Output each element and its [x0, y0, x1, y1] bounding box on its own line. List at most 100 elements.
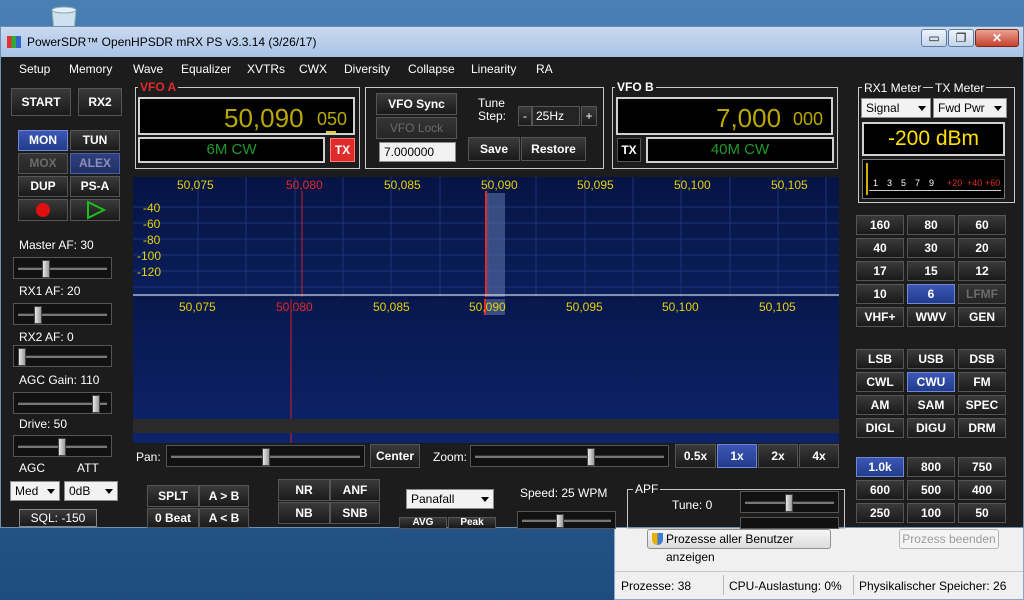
record-button[interactable] — [18, 199, 68, 221]
menu-memory[interactable]: Memory — [69, 62, 112, 76]
rx1-af-slider[interactable] — [13, 303, 112, 325]
band-button-30[interactable]: 30 — [907, 238, 955, 258]
band-button-80[interactable]: 80 — [907, 215, 955, 235]
band-button-6[interactable]: 6 — [907, 284, 955, 304]
mode-button-cwl[interactable]: CWL — [856, 372, 904, 392]
nb-button[interactable]: NB — [278, 502, 330, 524]
alex-button[interactable]: ALEX — [70, 153, 120, 174]
dup-button[interactable]: DUP — [18, 176, 68, 197]
display-mode-select[interactable]: Panafall — [406, 489, 494, 509]
play-button[interactable] — [70, 199, 120, 221]
slider-thumb[interactable] — [42, 260, 50, 278]
mode-button-am[interactable]: AM — [856, 395, 904, 415]
vfo-b-tx-button[interactable]: TX — [617, 138, 641, 162]
band-button-gen[interactable]: GEN — [958, 307, 1006, 327]
slider-thumb[interactable] — [34, 306, 42, 324]
mox-button[interactable]: MOX — [18, 153, 68, 174]
anf-button[interactable]: ANF — [330, 479, 380, 501]
nr-button[interactable]: NR — [278, 479, 330, 501]
filter-button-400[interactable]: 400 — [958, 480, 1006, 500]
menu-diversity[interactable]: Diversity — [344, 62, 390, 76]
mode-button-cwu[interactable]: CWU — [907, 372, 955, 392]
band-button-12[interactable]: 12 — [958, 261, 1006, 281]
sql-button[interactable]: SQL: -150 — [19, 509, 97, 527]
zoom-4x-button[interactable]: 4x — [799, 444, 839, 468]
rx1-meter-select[interactable]: Signal — [861, 98, 931, 118]
slider-thumb[interactable] — [92, 395, 100, 413]
band-button-lfmf[interactable]: LFMF — [958, 284, 1006, 304]
ps-a-button[interactable]: PS-A — [70, 176, 120, 197]
slider-thumb[interactable] — [587, 448, 595, 466]
save-button[interactable]: Save — [468, 137, 520, 161]
band-button-10[interactable]: 10 — [856, 284, 904, 304]
mode-button-fm[interactable]: FM — [958, 372, 1006, 392]
vfo-b-mode[interactable]: 40M CW — [646, 137, 834, 163]
filter-button-100[interactable]: 100 — [907, 503, 955, 523]
filter-button-800[interactable]: 800 — [907, 457, 955, 477]
slider-thumb[interactable] — [785, 494, 793, 512]
minimize-button[interactable]: ▭ — [921, 29, 947, 47]
split-button[interactable]: SPLT — [147, 485, 199, 507]
drive-slider[interactable] — [13, 435, 112, 457]
menu-cwx[interactable]: CWX — [299, 62, 327, 76]
filter-button-50[interactable]: 50 — [958, 503, 1006, 523]
peak-button[interactable]: Peak — [448, 517, 496, 529]
avg-button[interactable]: AVG — [399, 517, 447, 529]
tune-step-decrease-button[interactable]: - — [518, 106, 532, 126]
restore-button[interactable]: Restore — [521, 137, 586, 161]
snb-button[interactable]: SNB — [330, 502, 380, 524]
menu-setup[interactable]: Setup — [19, 62, 50, 76]
vfo-b-frequency-display[interactable]: 7,000 000 — [616, 97, 833, 135]
att-select[interactable]: 0dB — [64, 481, 118, 501]
vfo-a-tx-button[interactable]: TX — [330, 138, 355, 162]
close-button[interactable]: ✕ — [975, 29, 1019, 47]
band-button-60[interactable]: 60 — [958, 215, 1006, 235]
mode-button-spec[interactable]: SPEC — [958, 395, 1006, 415]
cw-speed-slider[interactable] — [517, 511, 616, 529]
vfo-a-frequency-display[interactable]: 50,090 050 — [138, 97, 355, 135]
filter-button-250[interactable]: 250 — [856, 503, 904, 523]
zoom-1x-button[interactable]: 1x — [717, 444, 757, 468]
mode-button-digu[interactable]: DIGU — [907, 418, 955, 438]
band-button-20[interactable]: 20 — [958, 238, 1006, 258]
apf-gain-slider[interactable] — [740, 517, 839, 529]
mon-button[interactable]: MON — [18, 130, 68, 151]
end-process-button[interactable]: Prozess beenden — [899, 529, 999, 549]
mode-button-lsb[interactable]: LSB — [856, 349, 904, 369]
vfo-a-mode[interactable]: 6M CW — [138, 137, 325, 163]
mode-button-usb[interactable]: USB — [907, 349, 955, 369]
filter-button-1-0k[interactable]: 1.0k — [856, 457, 904, 477]
mode-button-drm[interactable]: DRM — [958, 418, 1006, 438]
menu-wave[interactable]: Wave — [133, 62, 163, 76]
display-scrollbar[interactable] — [133, 419, 839, 433]
agc-gain-slider[interactable] — [13, 392, 112, 414]
rx2-af-slider[interactable] — [13, 345, 112, 367]
b-to-a-button[interactable]: A < B — [199, 508, 249, 528]
menu-xvtrs[interactable]: XVTRs — [247, 62, 285, 76]
band-button-wwv[interactable]: WWV — [907, 307, 955, 327]
band-button-vhf-[interactable]: VHF+ — [856, 307, 904, 327]
vfo-sync-frequency-field[interactable]: 7.000000 — [379, 142, 456, 162]
tun-button[interactable]: TUN — [70, 130, 120, 151]
band-button-40[interactable]: 40 — [856, 238, 904, 258]
band-button-15[interactable]: 15 — [907, 261, 955, 281]
slider-thumb[interactable] — [18, 348, 26, 366]
band-button-17[interactable]: 17 — [856, 261, 904, 281]
slider-thumb[interactable] — [262, 448, 270, 466]
filter-button-750[interactable]: 750 — [958, 457, 1006, 477]
menu-equalizer[interactable]: Equalizer — [181, 62, 231, 76]
panadapter[interactable]: 50,075 50,080 50,085 50,090 50,095 50,10… — [133, 177, 839, 297]
center-button[interactable]: Center — [370, 444, 420, 468]
menu-linearity[interactable]: Linearity — [471, 62, 516, 76]
filter-button-500[interactable]: 500 — [907, 480, 955, 500]
tune-step-value[interactable]: 25Hz — [532, 106, 580, 126]
zoom-2x-button[interactable]: 2x — [758, 444, 798, 468]
filter-button-600[interactable]: 600 — [856, 480, 904, 500]
slider-thumb[interactable] — [556, 514, 564, 528]
band-button-160[interactable]: 160 — [856, 215, 904, 235]
zoom-slider[interactable] — [470, 445, 669, 467]
vfo-sync-button[interactable]: VFO Sync — [376, 93, 457, 115]
a-to-b-button[interactable]: A > B — [199, 485, 249, 507]
menu-ra[interactable]: RA — [536, 62, 553, 76]
menu-collapse[interactable]: Collapse — [408, 62, 455, 76]
